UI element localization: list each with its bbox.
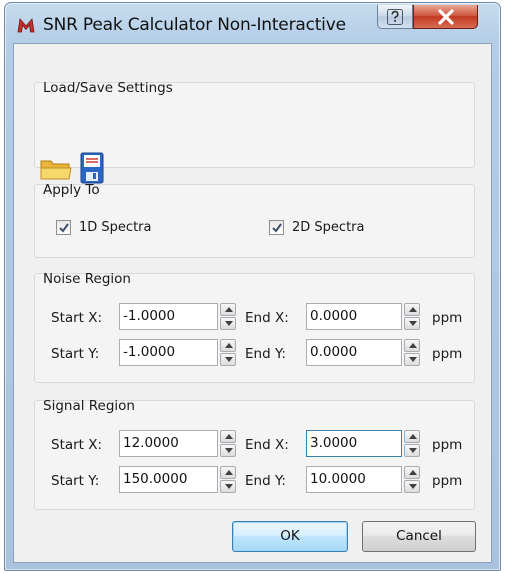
signal-start-x-label: Start X: xyxy=(51,437,103,453)
signal-end-x-label: End X: xyxy=(245,437,289,453)
spin-down-button[interactable] xyxy=(220,317,236,330)
checkbox-label: 2D Spectra xyxy=(292,220,365,235)
group-title: Load/Save Settings xyxy=(43,80,173,96)
noise-end-y-spinner[interactable] xyxy=(404,339,420,366)
cancel-button[interactable]: Cancel xyxy=(362,521,476,552)
spin-up-button[interactable] xyxy=(220,430,236,443)
signal-end-y-input[interactable]: 10.0000 xyxy=(306,466,402,493)
arrow-down-icon xyxy=(409,357,417,362)
spin-up-button[interactable] xyxy=(220,303,236,316)
noise-start-x-label: Start X: xyxy=(51,310,103,326)
window-title: SNR Peak Calculator Non-Interactive xyxy=(43,15,346,35)
arrow-up-icon xyxy=(225,470,233,475)
signal-start-y-spinner[interactable] xyxy=(220,466,236,493)
signal-start-y-label: Start Y: xyxy=(51,473,100,489)
signal-start-x-input[interactable]: 12.0000 xyxy=(119,430,218,457)
signal-end-x-spinner[interactable] xyxy=(404,430,420,457)
title-bar[interactable]: SNR Peak Calculator Non-Interactive xyxy=(5,3,500,43)
group-title: Noise Region xyxy=(43,271,131,287)
dialog-content: Load/Save Settings Apply To 1D Spectra 2… xyxy=(13,43,492,563)
checkbox-1d-spectra[interactable]: 1D Spectra xyxy=(56,220,151,235)
noise-start-x-input[interactable]: -1.0000 xyxy=(119,303,218,330)
close-x-icon xyxy=(436,9,456,30)
signal-end-y-label: End Y: xyxy=(245,473,286,489)
signal-y-unit: ppm xyxy=(432,473,463,489)
spin-up-button[interactable] xyxy=(220,466,236,479)
spin-down-button[interactable] xyxy=(404,317,420,330)
spin-up-button[interactable] xyxy=(404,430,420,443)
arrow-up-icon xyxy=(225,343,233,348)
signal-start-y-input[interactable]: 150.0000 xyxy=(119,466,218,493)
group-title: Signal Region xyxy=(43,398,135,414)
noise-start-y-spinner[interactable] xyxy=(220,339,236,366)
checkbox-box[interactable] xyxy=(269,220,284,235)
spin-up-button[interactable] xyxy=(404,339,420,352)
signal-end-x-input[interactable]: 3.0000 xyxy=(306,430,402,457)
noise-y-unit: ppm xyxy=(432,346,463,362)
spin-up-button[interactable] xyxy=(220,339,236,352)
spin-down-button[interactable] xyxy=(404,444,420,457)
spin-up-button[interactable] xyxy=(404,466,420,479)
arrow-down-icon xyxy=(409,448,417,453)
arrow-down-icon xyxy=(225,357,233,362)
noise-x-unit: ppm xyxy=(432,310,463,326)
arrow-down-icon xyxy=(225,448,233,453)
noise-end-x-label: End X: xyxy=(245,310,289,326)
app-logo-icon xyxy=(17,17,35,33)
group-title: Apply To xyxy=(43,182,100,198)
arrow-up-icon xyxy=(225,307,233,312)
arrow-up-icon xyxy=(409,343,417,348)
checkbox-box[interactable] xyxy=(56,220,71,235)
arrow-down-icon xyxy=(225,321,233,326)
spin-up-button[interactable] xyxy=(404,303,420,316)
checkmark-icon xyxy=(272,223,282,233)
arrow-down-icon xyxy=(409,321,417,326)
noise-end-x-spinner[interactable] xyxy=(404,303,420,330)
help-button[interactable] xyxy=(377,5,413,29)
spin-down-button[interactable] xyxy=(404,353,420,366)
noise-start-x-spinner[interactable] xyxy=(220,303,236,330)
checkmark-icon xyxy=(59,223,69,233)
arrow-up-icon xyxy=(409,434,417,439)
arrow-up-icon xyxy=(225,434,233,439)
spin-down-button[interactable] xyxy=(220,353,236,366)
checkbox-label: 1D Spectra xyxy=(79,220,152,235)
signal-x-unit: ppm xyxy=(432,437,463,453)
arrow-down-icon xyxy=(225,484,233,489)
folder-open-icon[interactable] xyxy=(39,158,73,182)
arrow-up-icon xyxy=(409,307,417,312)
arrow-up-icon xyxy=(409,470,417,475)
question-mark-icon xyxy=(385,9,405,31)
noise-end-y-label: End Y: xyxy=(245,346,286,362)
ok-button[interactable]: OK xyxy=(232,521,348,552)
noise-end-x-input[interactable]: 0.0000 xyxy=(306,303,402,330)
floppy-disk-icon[interactable] xyxy=(80,152,104,184)
noise-start-y-input[interactable]: -1.0000 xyxy=(119,339,218,366)
close-button[interactable] xyxy=(413,5,478,29)
signal-start-x-spinner[interactable] xyxy=(220,430,236,457)
dialog-window: SNR Peak Calculator Non-Interactive Load… xyxy=(4,2,501,571)
checkbox-2d-spectra[interactable]: 2D Spectra xyxy=(269,220,364,235)
signal-end-y-spinner[interactable] xyxy=(404,466,420,493)
spin-down-button[interactable] xyxy=(220,444,236,457)
arrow-down-icon xyxy=(409,484,417,489)
noise-start-y-label: Start Y: xyxy=(51,346,100,362)
spin-down-button[interactable] xyxy=(404,480,420,493)
spin-down-button[interactable] xyxy=(220,480,236,493)
noise-end-y-input[interactable]: 0.0000 xyxy=(306,339,402,366)
